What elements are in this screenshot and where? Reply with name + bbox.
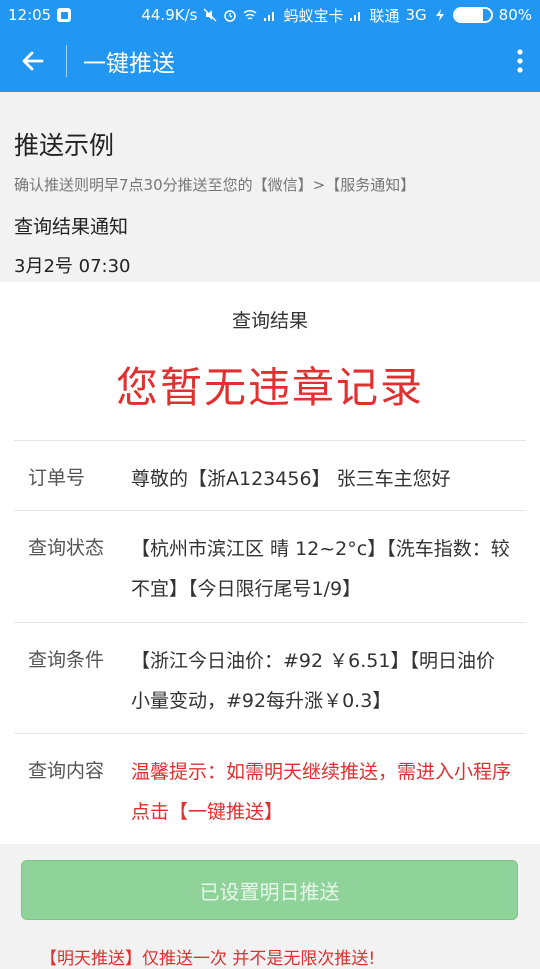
- more-vert-icon: [517, 49, 523, 73]
- row-status: 查询状态 【杭州市滨江区 晴 12~2°c】【洗车指数：较不宜】【今日限行尾号1…: [14, 510, 526, 623]
- footer: 已设置明日推送 【明天推送】仅推送一次 并不是无限次推送!: [0, 844, 540, 969]
- row-label: 查询条件: [28, 649, 105, 671]
- carrier-1: 蚂蚁宝卡: [283, 6, 344, 25]
- back-button[interactable]: [0, 30, 66, 92]
- alarm-icon: [224, 10, 237, 22]
- result-card: 查询结果 您暂无违章记录 订单号 尊敬的【浙A123456】 张三车主您好 查询…: [0, 282, 540, 844]
- signal-icon: [264, 12, 275, 21]
- example-subtitle: 确认推送则明早7点30分推送至您的【微信】>【服务通知】: [14, 176, 416, 194]
- battery-icon: [452, 7, 493, 23]
- page-title: 一键推送: [83, 51, 175, 77]
- charging-icon: [435, 9, 444, 21]
- row-label: 查询状态: [28, 537, 105, 559]
- app-bar: 一键推送: [0, 30, 540, 92]
- status-bar: 12:05 44.9K/s 蚂蚁宝卡 联通 3G 80%: [0, 0, 540, 30]
- app-bar-divider: [66, 45, 67, 77]
- network-speed: 44.9K/s: [141, 6, 198, 24]
- row-label: 查询内容: [28, 760, 105, 782]
- sim-icon: [57, 8, 72, 22]
- back-arrow-icon: [22, 51, 44, 71]
- wifi-icon: [243, 9, 257, 20]
- carrier-2: 联通: [369, 6, 400, 25]
- row-content: 查询内容 温馨提示：如需明天继续推送，需进入小程序点击【一键推送】: [14, 733, 526, 845]
- row-value: 尊敬的【浙A123456】 张三车主您好: [131, 468, 451, 490]
- battery-text: 80%: [498, 6, 532, 24]
- battery-level: [454, 9, 484, 21]
- notice-time: 3月2号 07:30: [14, 256, 131, 277]
- example-heading: 推送示例: [14, 131, 115, 160]
- row-value: 温馨提示：如需明天继续推送，需进入小程序点击【一键推送】: [131, 761, 512, 823]
- more-button[interactable]: [500, 30, 540, 92]
- notice-title: 查询结果通知: [14, 216, 129, 238]
- example-header: 推送示例 确认推送则明早7点30分推送至您的【微信】>【服务通知】 查询结果通知…: [0, 92, 540, 282]
- row-value: 【浙江今日油价：#92 ￥6.51】【明日油价小量变动，#92每升涨￥0.3】: [131, 650, 495, 712]
- row-value: 【杭州市滨江区 晴 12~2°c】【洗车指数：较不宜】【今日限行尾号1/9】: [131, 538, 510, 600]
- row-condition: 查询条件 【浙江今日油价：#92 ￥6.51】【明日油价小量变动，#92每升涨￥…: [14, 622, 526, 734]
- mute-icon: [203, 8, 217, 22]
- set-push-button[interactable]: 已设置明日推送: [21, 860, 518, 920]
- status-time: 12:05: [8, 6, 52, 24]
- card-headline: 您暂无违章记录: [115, 363, 424, 412]
- signal-icon-2: [350, 12, 361, 21]
- row-label: 订单号: [28, 467, 86, 489]
- card-title: 查询结果: [231, 310, 308, 332]
- row-order: 订单号 尊敬的【浙A123456】 张三车主您好: [14, 440, 526, 511]
- network-type: 3G: [405, 6, 427, 24]
- push-note: 【明天推送】仅推送一次 并不是无限次推送!: [40, 949, 376, 969]
